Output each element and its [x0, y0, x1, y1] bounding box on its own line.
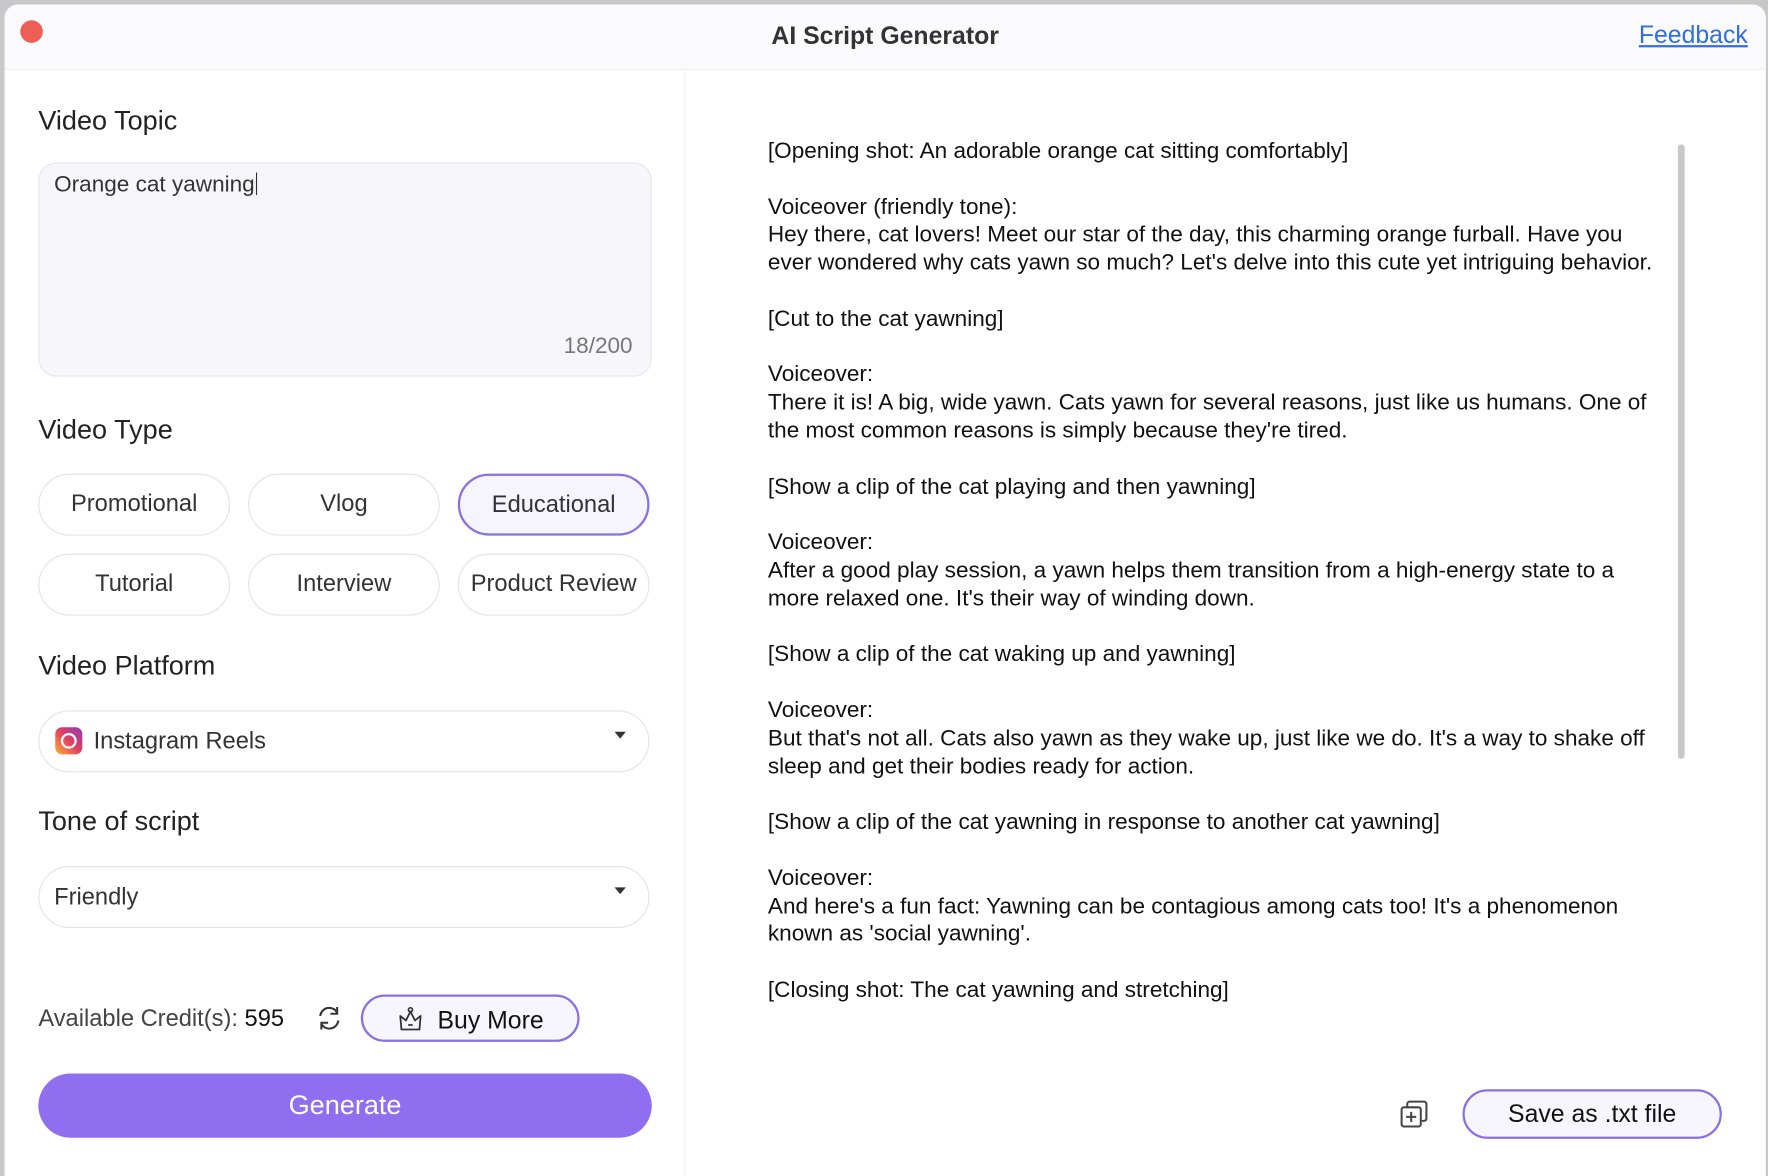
script-text: [Opening shot: An adorable orange cat si… [768, 138, 1664, 1029]
script-paragraph: [Opening shot: An adorable orange cat si… [767, 138, 1349, 164]
credits-label: Available Credit(s): [38, 1005, 238, 1032]
type-promotional[interactable]: Promotional [38, 473, 231, 536]
script-paragraph: [Show a clip of the cat playing and then… [767, 474, 1256, 500]
platform-select[interactable]: Instagram Reels [38, 710, 650, 773]
script-output-panel: [Opening shot: An adorable orange cat si… [686, 70, 1766, 1176]
save-txt-button[interactable]: Save as .txt file [1462, 1089, 1722, 1139]
type-educational[interactable]: Educational [457, 473, 650, 536]
buy-more-label: Buy More [437, 1005, 544, 1035]
refresh-icon[interactable] [315, 1004, 344, 1033]
type-interview[interactable]: Interview [248, 553, 440, 616]
type-vlog[interactable]: Vlog [248, 473, 440, 536]
script-paragraph: [Show a clip of the cat waking up and ya… [767, 641, 1236, 667]
window-title: AI Script Generator [771, 21, 999, 50]
script-paragraph: Voiceover (friendly tone): Hey there, ca… [767, 194, 1653, 276]
script-paragraph: [Show a clip of the cat yawning in respo… [767, 809, 1440, 835]
video-platform-label: Video Platform [38, 650, 216, 682]
chevron-down-icon [614, 731, 626, 739]
buy-more-button[interactable]: Buy More [360, 994, 580, 1042]
copy-icon[interactable] [1398, 1098, 1430, 1130]
video-topic-label: Video Topic [38, 105, 178, 137]
type-tutorial[interactable]: Tutorial [38, 553, 231, 616]
char-count: 18/200 [563, 333, 633, 359]
title-bar: AI Script Generator Feedback [4, 4, 1766, 70]
script-paragraph: Voiceover: But that's not all. Cats also… [767, 697, 1645, 779]
tone-select[interactable]: Friendly [38, 865, 650, 929]
script-paragraph: [Closing shot: The cat yawning and stret… [767, 977, 1229, 1003]
credits-display: Available Credit(s): 595 [38, 1006, 284, 1033]
generate-button[interactable]: Generate [38, 1073, 652, 1138]
video-type-label: Video Type [38, 414, 173, 446]
tone-value: Friendly [54, 884, 139, 910]
platform-value: Instagram Reels [93, 728, 267, 755]
instagram-icon [55, 727, 83, 755]
app-window: AI Script Generator Feedback Video Topic… [4, 4, 1766, 1176]
script-paragraph: Voiceover: After a good play session, a … [767, 530, 1615, 611]
type-product-review[interactable]: Product Review [457, 553, 650, 616]
scrollbar[interactable] [1677, 144, 1685, 759]
tone-label: Tone of script [38, 806, 200, 837]
video-topic-value: Orange cat yawning [54, 173, 257, 199]
feedback-link[interactable]: Feedback [1639, 20, 1748, 49]
settings-panel: Video Topic Orange cat yawning 18/200 Vi… [5, 69, 686, 1176]
script-paragraph: Voiceover: There it is! A big, wide yawn… [767, 362, 1647, 444]
credits-value: 595 [244, 1005, 285, 1032]
crown-icon [399, 1006, 422, 1031]
chevron-down-icon [614, 887, 626, 895]
script-paragraph: Voiceover: And here's a fun fact: Yawnin… [767, 865, 1619, 947]
video-topic-input[interactable]: Orange cat yawning 18/200 [38, 162, 652, 377]
script-paragraph: [Cut to the cat yawning] [767, 306, 1004, 332]
